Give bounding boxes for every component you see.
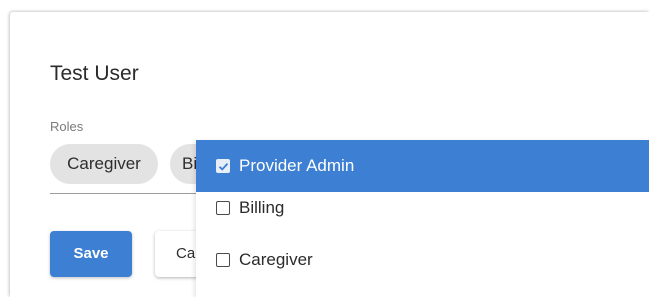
roles-chip-field[interactable]: Caregiver Billing: [50, 144, 196, 186]
menu-item-label: Caregiver: [239, 250, 313, 269]
edit-user-page: Test User Roles Caregiver Billing Save C…: [0, 0, 649, 297]
menu-item-billing[interactable]: Billing: [196, 182, 649, 234]
roles-dropdown-menu: Provider Admin Billing Caregiver: [196, 140, 649, 297]
menu-item-label: Billing: [239, 198, 285, 217]
menu-item-caregiver[interactable]: Caregiver: [196, 234, 649, 286]
checkbox-unchecked-icon[interactable]: [216, 201, 230, 215]
role-chip-caregiver[interactable]: Caregiver: [50, 144, 158, 184]
roles-field-label: Roles: [50, 119, 84, 134]
checkbox-unchecked-icon[interactable]: [216, 253, 230, 267]
checkbox-checked-icon[interactable]: [216, 159, 230, 173]
page-title: Test User: [50, 62, 139, 85]
checkmark-icon: [218, 162, 229, 171]
save-button[interactable]: Save: [50, 231, 132, 277]
roles-field-underline: [50, 193, 196, 194]
menu-item-label: Provider Admin: [239, 156, 355, 175]
role-chip-billing[interactable]: Billing: [170, 144, 196, 184]
